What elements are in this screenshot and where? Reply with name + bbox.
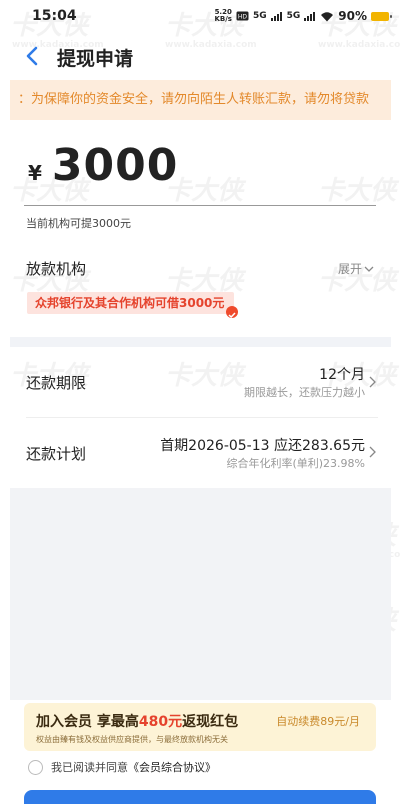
plan-value: 首期2026-05-13 应还283.65元 bbox=[160, 438, 365, 454]
amount-value[interactable]: 3000 bbox=[52, 140, 178, 191]
security-notice: ：为保障你的资金安全，请勿向陌生人转账汇款，请勿将贷款 bbox=[10, 80, 391, 120]
amount-field[interactable]: ¥ 3000 bbox=[28, 140, 178, 191]
nav-bar: 提现申请 bbox=[0, 36, 401, 76]
hd-icon: HD bbox=[236, 11, 249, 21]
auto-renew-text: 自动续费89元/月 bbox=[276, 715, 360, 728]
signal-5g-2: 5G bbox=[286, 11, 301, 21]
blank-area bbox=[10, 488, 391, 700]
battery-icon bbox=[371, 11, 392, 21]
status-time: 15:04 bbox=[32, 8, 77, 24]
currency-symbol: ¥ bbox=[28, 161, 42, 185]
member-title-prefix: 加入会员 享最高 bbox=[36, 714, 139, 730]
agreement-row: 我已阅读并同意《会员综合协议》 bbox=[28, 759, 216, 775]
lender-badge-text: 众邦银行及其合作机构可借3000元 bbox=[35, 296, 225, 310]
amount-underline bbox=[24, 205, 376, 206]
lender-label: 放款机构 bbox=[26, 260, 87, 278]
watermark-logo: 卡大侠 bbox=[318, 176, 397, 206]
agreement-text: 我已阅读并同意《会员综合协议》 bbox=[51, 759, 216, 775]
net-speed-unit: KB/s bbox=[214, 15, 232, 23]
term-sub: 期限越长，还款压力越小 bbox=[244, 386, 365, 399]
term-value: 12个月 bbox=[319, 367, 365, 383]
signal-5g-1: 5G bbox=[252, 11, 267, 21]
net-speed: 5.20 KB/s bbox=[214, 9, 231, 23]
page-title: 提现申请 bbox=[57, 48, 134, 70]
svg-text:HD: HD bbox=[238, 14, 248, 21]
section-divider bbox=[10, 337, 391, 347]
battery-percent: 90% bbox=[338, 9, 367, 23]
member-title-suffix: 返现红包 bbox=[182, 714, 239, 730]
repayment-plan-row[interactable]: 还款计划 首期2026-05-13 应还283.65元 综合年化利率(单利)23… bbox=[10, 418, 391, 486]
membership-card[interactable]: 加入会员 享最高480元返现红包 自动续费89元/月 权益由臻有钱及权益供应商提… bbox=[24, 703, 376, 751]
agreement-checkbox[interactable] bbox=[28, 759, 43, 775]
chevron-right-icon bbox=[369, 446, 376, 458]
expand-button[interactable]: 展开 bbox=[338, 260, 374, 277]
member-title-amount: 480元 bbox=[138, 714, 183, 730]
chevron-right-icon bbox=[369, 376, 376, 388]
chevron-left-icon[interactable] bbox=[22, 45, 42, 67]
check-icon bbox=[226, 306, 239, 319]
submit-button[interactable] bbox=[24, 790, 376, 804]
agreement-prefix: 我已阅读并同意 bbox=[51, 761, 128, 774]
plan-label: 还款计划 bbox=[26, 445, 87, 463]
plan-sub: 综合年化利率(单利)23.98% bbox=[226, 457, 365, 470]
lender-badge: 众邦银行及其合作机构可借3000元 bbox=[27, 292, 239, 319]
wifi-icon bbox=[321, 11, 334, 21]
member-note: 权益由臻有钱及权益供应商提供，与最终放款机构无关 bbox=[36, 735, 228, 744]
chevron-down-icon bbox=[364, 266, 374, 272]
status-icons: 5.20 KB/s HD 5G 5G 90% bbox=[214, 9, 392, 23]
expand-label: 展开 bbox=[337, 262, 362, 276]
available-limit: 当前机构可提3000元 bbox=[26, 217, 131, 230]
signal-bars-icon bbox=[270, 11, 282, 21]
repayment-term-row[interactable]: 还款期限 12个月 期限越长，还款压力越小 bbox=[10, 347, 391, 417]
signal-bars-icon bbox=[304, 11, 316, 21]
status-bar: 15:04 5.20 KB/s HD 5G 5G 90% bbox=[0, 0, 401, 34]
term-label: 还款期限 bbox=[26, 374, 87, 392]
member-title: 加入会员 享最高480元返现红包 bbox=[36, 711, 238, 731]
agreement-link[interactable]: 《会员综合协议》 bbox=[128, 761, 216, 774]
